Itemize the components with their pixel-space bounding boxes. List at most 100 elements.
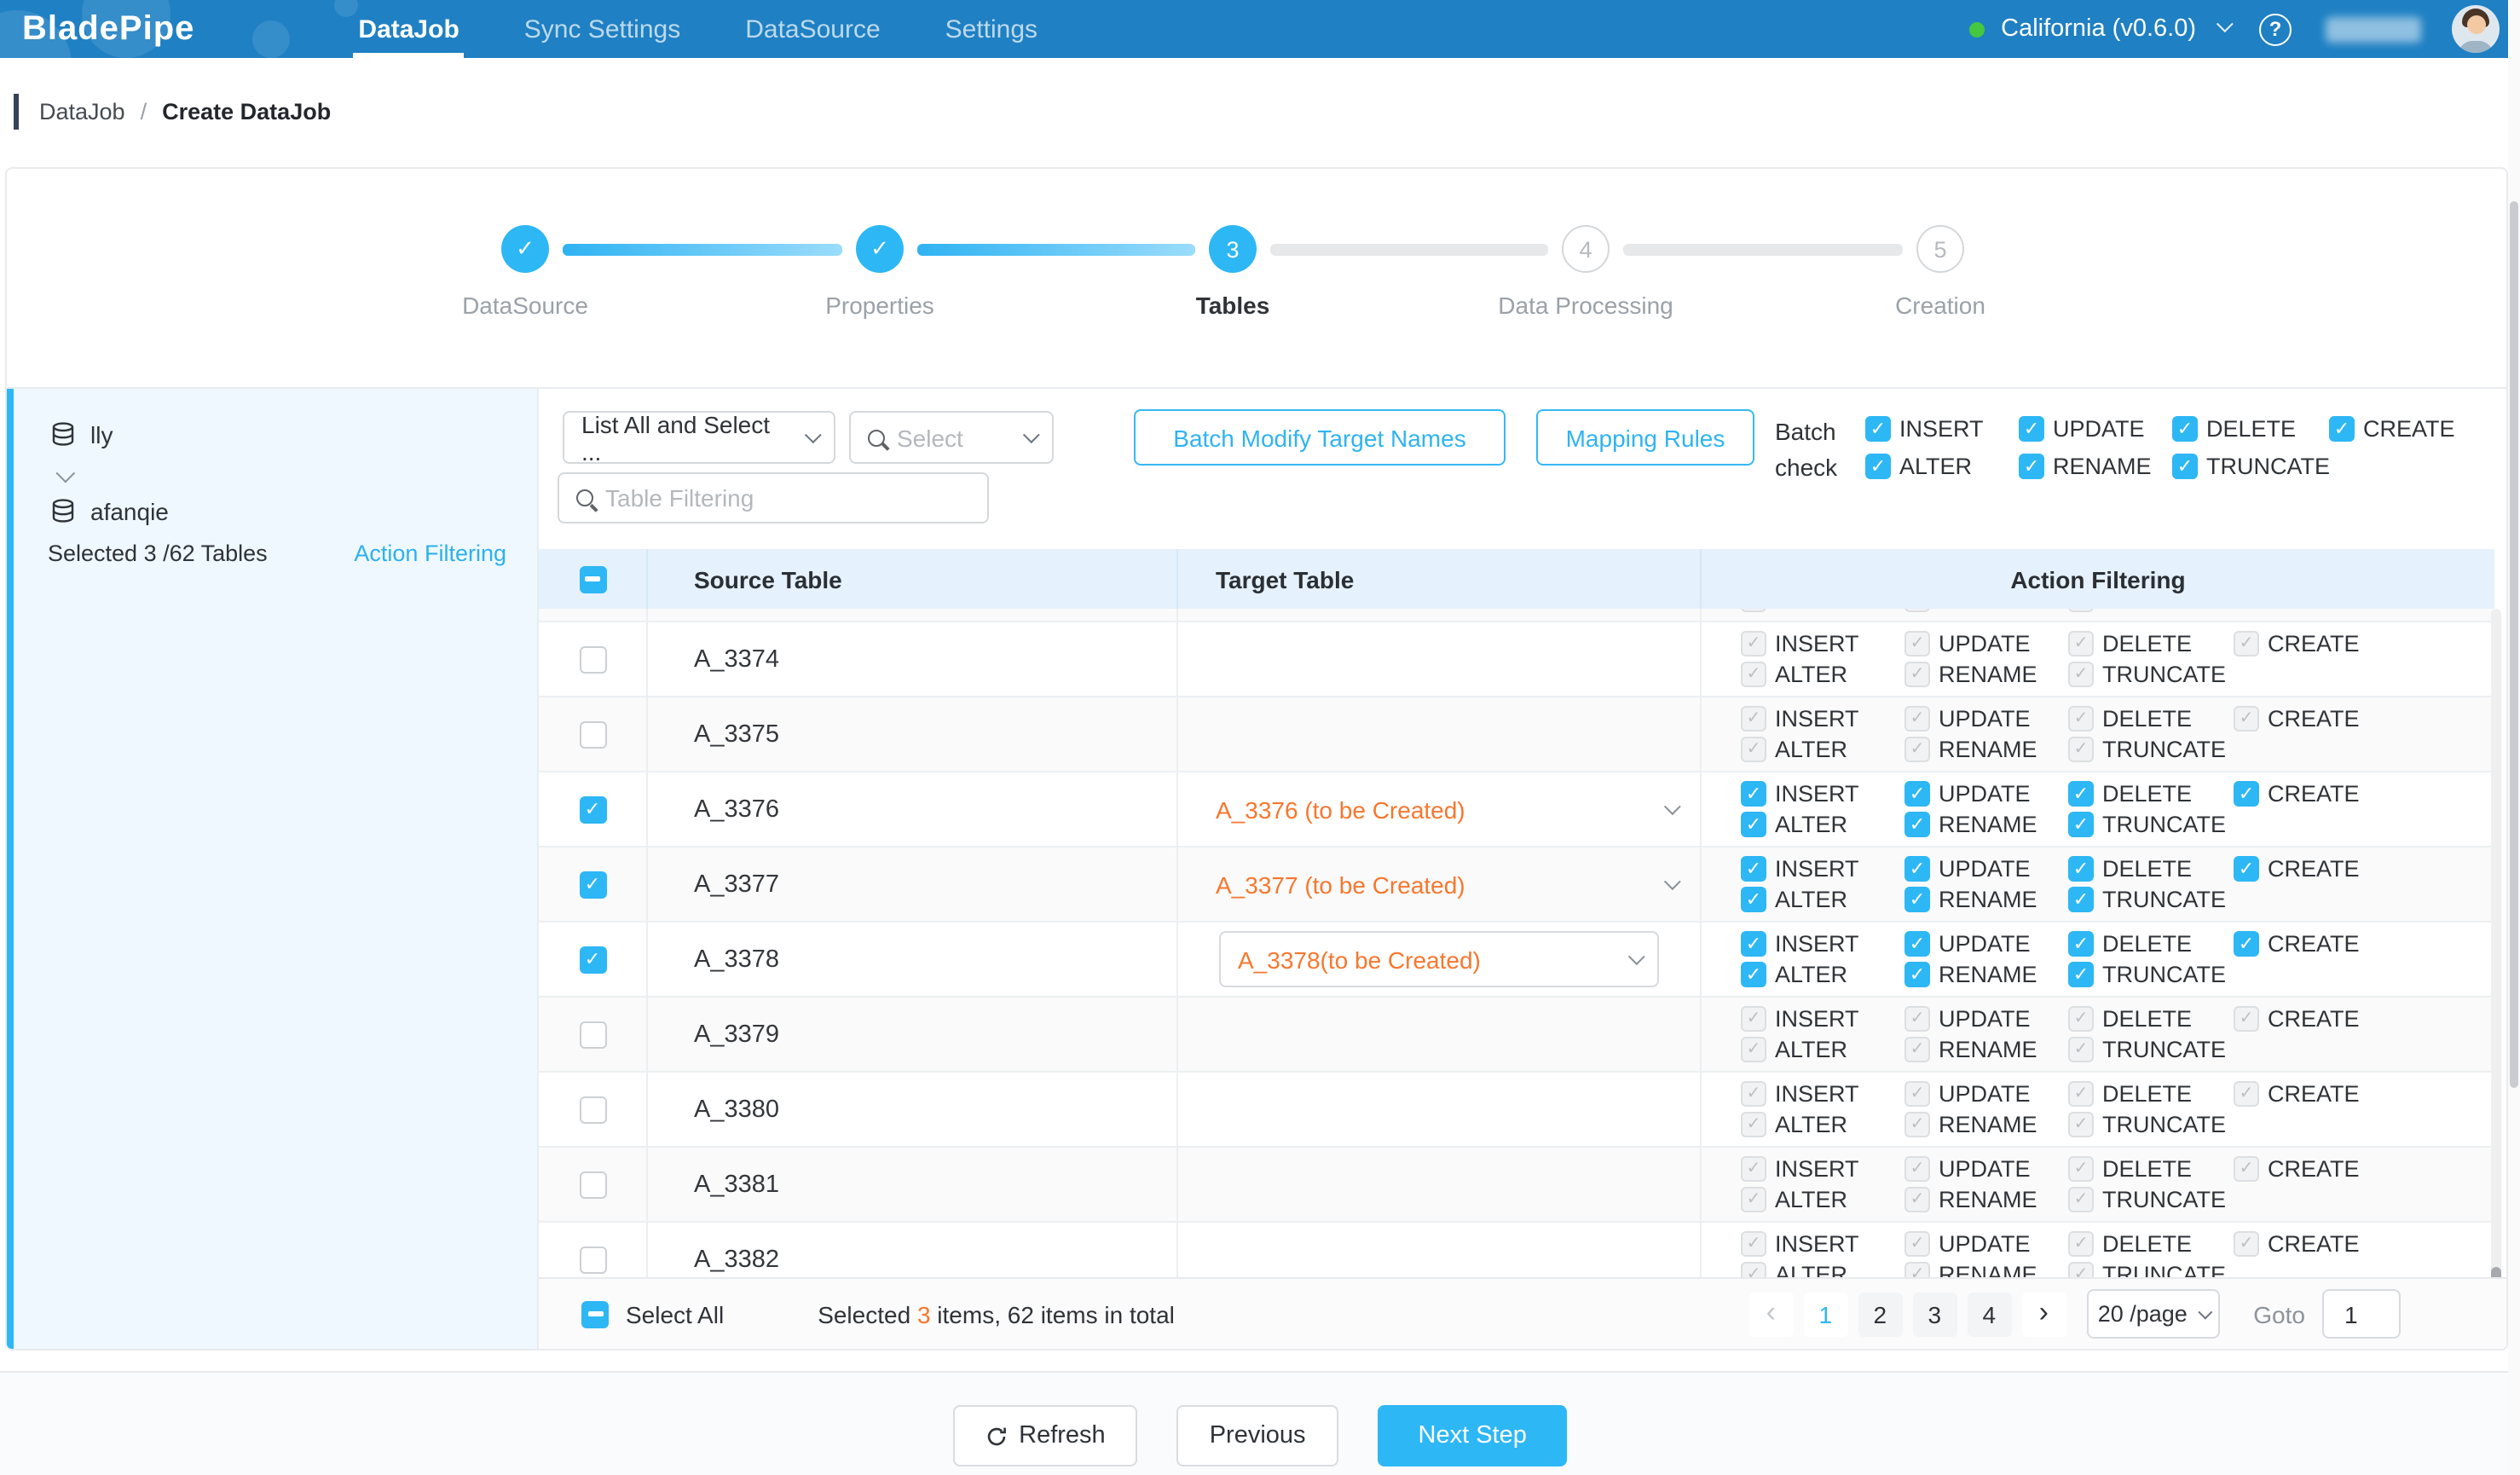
target-table-select[interactable]: A_3376 (to be Created)	[1178, 772, 1702, 846]
page-3-button[interactable]: 3	[1912, 1292, 1956, 1336]
action-truncate[interactable]: TRUNCATE	[2068, 887, 2234, 912]
checkbox-icon[interactable]	[2234, 856, 2259, 882]
checkbox-icon[interactable]	[1741, 781, 1766, 807]
checkbox-icon[interactable]	[2019, 454, 2044, 479]
page-4-button[interactable]: 4	[1967, 1292, 2011, 1336]
action-delete[interactable]: DELETE	[2068, 856, 2234, 882]
page-scrollbar-thumb[interactable]	[2510, 201, 2518, 1088]
action-insert[interactable]: INSERT	[1741, 931, 1904, 957]
action-insert[interactable]: INSERT	[1741, 856, 1904, 882]
action-filtering-link[interactable]: Action Filtering	[354, 541, 506, 566]
batch-check-rename[interactable]: RENAME	[2019, 454, 2172, 479]
action-create[interactable]: CREATE	[2234, 931, 2370, 957]
checkbox-icon[interactable]	[2068, 931, 2094, 957]
action-delete[interactable]: DELETE	[2068, 931, 2234, 957]
checkbox-icon[interactable]	[2172, 454, 2198, 479]
select-all-checkbox[interactable]	[581, 1300, 609, 1328]
prev-page-button[interactable]: ‹	[1748, 1292, 1793, 1336]
table-scrollbar[interactable]	[2491, 609, 2501, 1277]
goto-page-input[interactable]	[2322, 1289, 2401, 1339]
help-icon[interactable]: ?	[2259, 13, 2292, 45]
action-delete[interactable]: DELETE	[2068, 781, 2234, 807]
checkbox-icon[interactable]	[1904, 781, 1930, 807]
batch-check-truncate[interactable]: TRUNCATE	[2172, 454, 2329, 479]
nav-datasource[interactable]: DataSource	[713, 0, 912, 58]
checkbox-icon[interactable]	[2172, 416, 2198, 442]
checkbox-icon[interactable]	[1741, 812, 1766, 837]
row-checkbox[interactable]	[579, 1021, 606, 1048]
refresh-button[interactable]: Refresh	[952, 1405, 1138, 1466]
next-step-button[interactable]: Next Step	[1378, 1405, 1568, 1466]
row-checkbox[interactable]	[579, 1171, 606, 1198]
checkbox-icon[interactable]	[2234, 781, 2259, 807]
nav-settings[interactable]: Settings	[913, 0, 1070, 58]
select-all-header-checkbox[interactable]	[579, 565, 606, 593]
previous-button[interactable]: Previous	[1177, 1405, 1338, 1466]
action-update[interactable]: UPDATE	[1904, 781, 2068, 807]
batch-check-delete[interactable]: DELETE	[2172, 416, 2329, 442]
chevron-down-icon[interactable]	[2217, 15, 2234, 32]
next-page-button[interactable]: ›	[2021, 1292, 2066, 1336]
checkbox-icon[interactable]	[1865, 454, 1891, 479]
action-insert[interactable]: INSERT	[1741, 781, 1904, 807]
checkbox-icon[interactable]	[2019, 416, 2044, 442]
sidebar-target-db[interactable]: afanqie	[49, 498, 537, 525]
checkbox-icon[interactable]	[2068, 962, 2094, 987]
page-size-select[interactable]: 20 /page	[2086, 1289, 2219, 1339]
checkbox-icon[interactable]	[1904, 812, 1930, 837]
environment-label[interactable]: California (v0.6.0)	[2001, 15, 2196, 43]
page-scrollbar[interactable]	[2508, 0, 2520, 1475]
action-create[interactable]: CREATE	[2234, 856, 2370, 882]
checkbox-icon[interactable]	[1741, 962, 1766, 987]
checkbox-icon[interactable]	[2329, 416, 2355, 442]
action-rename[interactable]: RENAME	[1904, 887, 2068, 912]
row-checkbox[interactable]	[579, 795, 606, 823]
checkbox-icon[interactable]	[1741, 931, 1766, 957]
checkbox-icon[interactable]	[1865, 416, 1891, 442]
action-alter[interactable]: ALTER	[1741, 962, 1904, 987]
checkbox-icon[interactable]	[2234, 931, 2259, 957]
checkbox-icon[interactable]	[1904, 962, 1930, 987]
checkbox-icon[interactable]	[1904, 931, 1930, 957]
breadcrumb-parent[interactable]: DataJob	[39, 99, 125, 124]
action-alter[interactable]: ALTER	[1741, 812, 1904, 837]
target-table-select[interactable]: A_3378(to be Created)	[1219, 931, 1659, 987]
batch-modify-target-names-button[interactable]: Batch Modify Target Names	[1134, 409, 1506, 466]
checkbox-icon[interactable]	[2068, 812, 2094, 837]
action-truncate[interactable]: TRUNCATE	[2068, 812, 2234, 837]
action-truncate[interactable]: TRUNCATE	[2068, 962, 2234, 987]
list-mode-select[interactable]: List All and Select ...	[563, 411, 835, 464]
row-checkbox[interactable]	[579, 1096, 606, 1123]
nav-datajob[interactable]: DataJob	[326, 0, 491, 58]
avatar[interactable]	[2452, 5, 2500, 53]
batch-check-update[interactable]: UPDATE	[2019, 416, 2172, 442]
action-alter[interactable]: ALTER	[1741, 887, 1904, 912]
target-table-select[interactable]: A_3377 (to be Created)	[1178, 847, 1702, 921]
row-checkbox[interactable]	[579, 645, 606, 673]
mapping-rules-button[interactable]: Mapping Rules	[1536, 409, 1754, 466]
action-rename[interactable]: RENAME	[1904, 962, 2068, 987]
row-checkbox[interactable]	[579, 871, 606, 898]
checkbox-icon[interactable]	[2068, 781, 2094, 807]
nav-sync-settings[interactable]: Sync Settings	[492, 0, 713, 58]
batch-check-create[interactable]: CREATE	[2329, 416, 2476, 442]
page-2-button[interactable]: 2	[1858, 1292, 1902, 1336]
batch-check-insert[interactable]: INSERT	[1865, 416, 2019, 442]
action-create[interactable]: CREATE	[2234, 781, 2370, 807]
action-update[interactable]: UPDATE	[1904, 931, 2068, 957]
checkbox-icon[interactable]	[1904, 856, 1930, 882]
row-checkbox[interactable]	[579, 946, 606, 973]
row-checkbox[interactable]	[579, 720, 606, 748]
table-filter-input[interactable]: Table Filtering	[558, 472, 989, 523]
checkbox-icon[interactable]	[1741, 887, 1766, 912]
page-1-button[interactable]: 1	[1803, 1292, 1847, 1336]
checkbox-icon[interactable]	[1741, 856, 1766, 882]
batch-check-alter[interactable]: ALTER	[1865, 454, 2019, 479]
checkbox-icon[interactable]	[2068, 887, 2094, 912]
sidebar-source-db[interactable]: lly	[49, 389, 537, 448]
table-select-dropdown[interactable]: Select	[849, 411, 1054, 464]
action-rename[interactable]: RENAME	[1904, 812, 2068, 837]
row-checkbox[interactable]	[579, 1246, 606, 1273]
checkbox-icon[interactable]	[2068, 856, 2094, 882]
checkbox-icon[interactable]	[1904, 887, 1930, 912]
